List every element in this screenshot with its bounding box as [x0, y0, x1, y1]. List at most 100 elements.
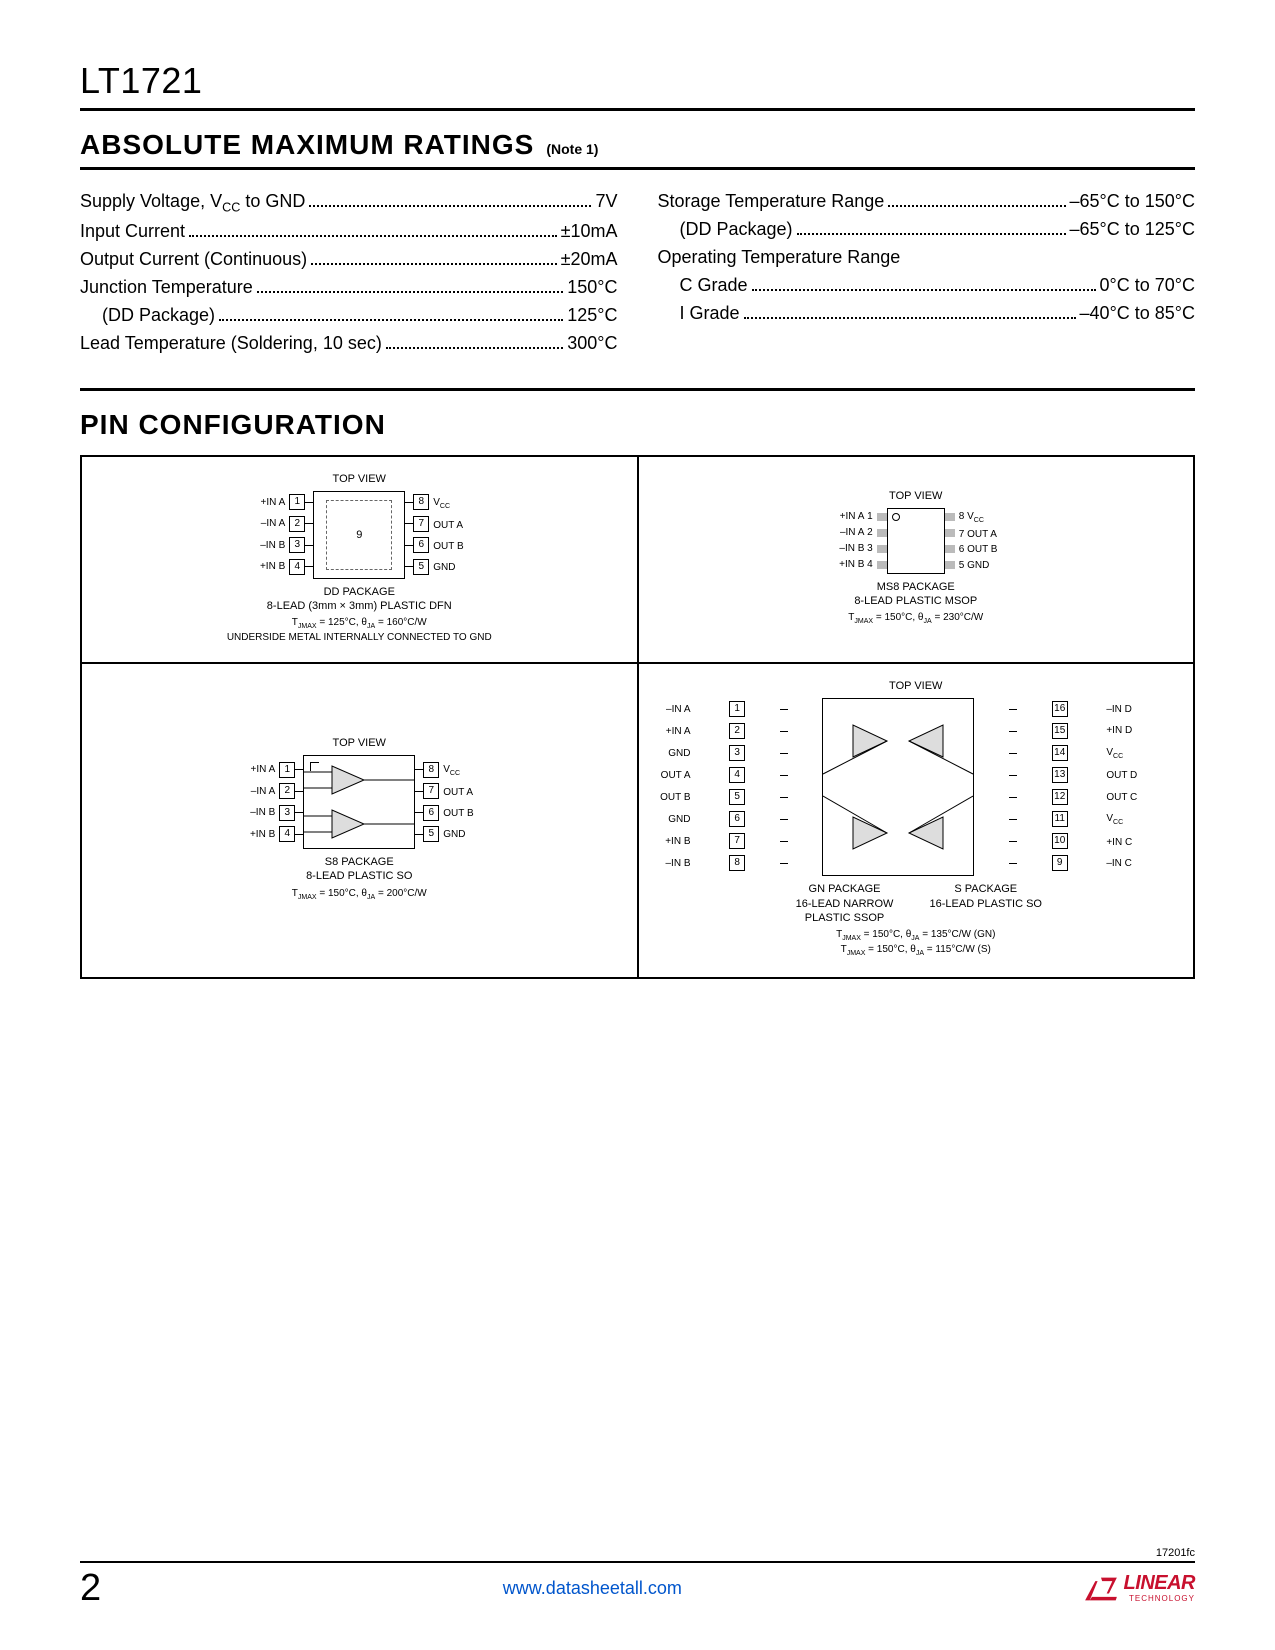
- rating-label: I Grade: [658, 300, 740, 328]
- rating-value: –40°C to 85°C: [1080, 300, 1195, 328]
- pin-number: 10: [1052, 833, 1068, 849]
- pin-number: 8: [423, 762, 439, 778]
- pin-number: 2: [289, 516, 305, 532]
- pin-number: 15: [1052, 723, 1068, 739]
- pin-label: +IN B: [649, 836, 695, 847]
- pin-label: 7 OUT A: [955, 529, 1001, 540]
- rating-label: Lead Temperature (Soldering, 10 sec): [80, 330, 382, 358]
- linear-logo-icon: [1084, 1576, 1118, 1602]
- ratings-left-col: Supply Voltage, VCC to GND7VInput Curren…: [80, 188, 618, 358]
- pin-label: +IN B 4: [831, 559, 877, 570]
- pin-label: OUT B: [649, 792, 695, 803]
- rating-label: C Grade: [658, 272, 748, 300]
- rating-row: Lead Temperature (Soldering, 10 sec) 300°…: [80, 330, 618, 358]
- pin-label: +IN B: [243, 561, 289, 572]
- ratings-right-col: Storage Temperature Range–65°C to 150°C(…: [658, 188, 1196, 358]
- pin-label: +IN B: [233, 829, 279, 840]
- rating-value: –65°C to 125°C: [1070, 216, 1195, 244]
- pin-label: –IN D: [1102, 704, 1148, 715]
- pin-number: 2: [729, 723, 745, 739]
- part-number: LT1721: [80, 60, 1195, 111]
- rating-row: Junction Temperature150°C: [80, 274, 618, 302]
- pin-number: 7: [413, 516, 429, 532]
- pin-label: 5 GND: [955, 560, 1001, 571]
- pin-number: 9: [1052, 855, 1068, 871]
- pin-number: 6: [413, 537, 429, 553]
- pin-label: OUT A: [429, 520, 475, 531]
- dd-center-pad: 9: [356, 529, 362, 541]
- ms8-pkg-desc: 8-LEAD PLASTIC MSOP: [854, 594, 977, 608]
- package-gn-s16: TOP VIEW –IN A+IN AGNDOUT AOUT BGND+IN B…: [638, 663, 1195, 977]
- ratings-note: (Note 1): [546, 141, 598, 157]
- pin-number: 5: [423, 826, 439, 842]
- pin-label: GND: [649, 748, 695, 759]
- pin-number: 8: [413, 494, 429, 510]
- dd-chip-diagram: +IN A–IN A–IN B+IN B 1234 9 8765 VCCOUT …: [243, 491, 475, 579]
- pin-number: 1: [279, 762, 295, 778]
- rating-value: ±20mA: [561, 246, 618, 274]
- rating-value: ±10mA: [561, 218, 618, 246]
- pin-label: –IN A: [243, 518, 289, 529]
- pin-config-grid: TOP VIEW +IN A–IN A–IN B+IN B 1234 9 876…: [80, 455, 1195, 979]
- ratings-title: ABSOLUTE MAXIMUM RATINGS: [80, 129, 534, 161]
- pin-number: 7: [423, 783, 439, 799]
- s8-chip-diagram: +IN A–IN A–IN B+IN B 1234: [233, 755, 485, 849]
- pin-number: 3: [289, 537, 305, 553]
- pin-label: OUT C: [1102, 792, 1148, 803]
- pin-label: VCC: [1102, 747, 1148, 760]
- rating-row: (DD Package)125°C: [80, 302, 618, 330]
- rating-value: 125°C: [567, 302, 617, 330]
- top-view-label: TOP VIEW: [649, 680, 1184, 692]
- ms8-chip-diagram: +IN A 1–IN A 2–IN B 3+IN B 4 8 VCC7 OUT …: [831, 508, 1001, 574]
- pin-label: +IN A: [649, 726, 695, 737]
- rating-value: 300°C: [567, 330, 617, 358]
- rating-value: 150°C: [567, 274, 617, 302]
- package-dd: TOP VIEW +IN A–IN A–IN B+IN B 1234 9 876…: [81, 456, 638, 664]
- s16-pkg-desc: 16-LEAD PLASTIC SO: [930, 897, 1043, 911]
- rating-value: 7V: [595, 188, 617, 216]
- rating-label: Output Current (Continuous): [80, 246, 307, 274]
- pin-label: –IN B: [243, 540, 289, 551]
- top-view-label: TOP VIEW: [889, 490, 942, 502]
- rating-label: (DD Package): [658, 216, 793, 244]
- s16-thermal: TJMAX = 150°C, θJA = 115°C/W (S): [649, 944, 1184, 959]
- rating-label: Operating Temperature Range: [658, 244, 901, 272]
- pin-label: +IN A: [233, 764, 279, 775]
- pin-label: OUT B: [429, 541, 475, 552]
- rating-row: Storage Temperature Range–65°C to 150°C: [658, 188, 1196, 216]
- pin-label: VCC: [429, 497, 475, 510]
- rating-row: Supply Voltage, VCC to GND7V: [80, 188, 618, 218]
- page-number: 2: [80, 1567, 101, 1610]
- pin-label: –IN A: [649, 704, 695, 715]
- linear-logo: LINEAR TECHNOLOGY: [1084, 1574, 1195, 1603]
- logo-text: LINEAR: [1124, 1572, 1195, 1594]
- pin-number: 2: [279, 783, 295, 799]
- footer-link[interactable]: www.datasheetall.com: [101, 1578, 1083, 1599]
- pin-number: 16: [1052, 701, 1068, 717]
- ms8-thermal: TJMAX = 150°C, θJA = 230°C/W: [848, 612, 983, 627]
- dd-pkg-name: DD PACKAGE: [92, 585, 627, 599]
- pin-label: OUT B: [439, 808, 485, 819]
- pin-label: GND: [439, 829, 485, 840]
- pin-number: 4: [729, 767, 745, 783]
- pin-number: 5: [413, 559, 429, 575]
- pin-label: OUT A: [649, 770, 695, 781]
- pin-config-title: PIN CONFIGURATION: [80, 388, 1195, 441]
- top-view-label: TOP VIEW: [92, 473, 627, 485]
- pin-number: 4: [289, 559, 305, 575]
- gn-thermal: TJMAX = 150°C, θJA = 135°C/W (GN): [649, 929, 1184, 944]
- pin-number: 11: [1052, 811, 1068, 827]
- pin-number: 3: [729, 745, 745, 761]
- pin-label: GND: [429, 562, 475, 573]
- pin-label: +IN D: [1102, 725, 1148, 736]
- dd-note: UNDERSIDE METAL INTERNALLY CONNECTED TO …: [92, 632, 627, 645]
- pin-label: –IN A 2: [831, 527, 877, 538]
- pin-number: 12: [1052, 789, 1068, 805]
- pin-number: 1: [289, 494, 305, 510]
- dd-pkg-desc: 8-LEAD (3mm × 3mm) PLASTIC DFN: [92, 599, 627, 613]
- pin-label: –IN C: [1102, 858, 1148, 869]
- pin-label: VCC: [1102, 813, 1148, 826]
- logo-subtext: TECHNOLOGY: [1124, 1594, 1195, 1603]
- rating-label: Storage Temperature Range: [658, 188, 885, 216]
- rating-row: (DD Package) –65°C to 125°C: [658, 216, 1196, 244]
